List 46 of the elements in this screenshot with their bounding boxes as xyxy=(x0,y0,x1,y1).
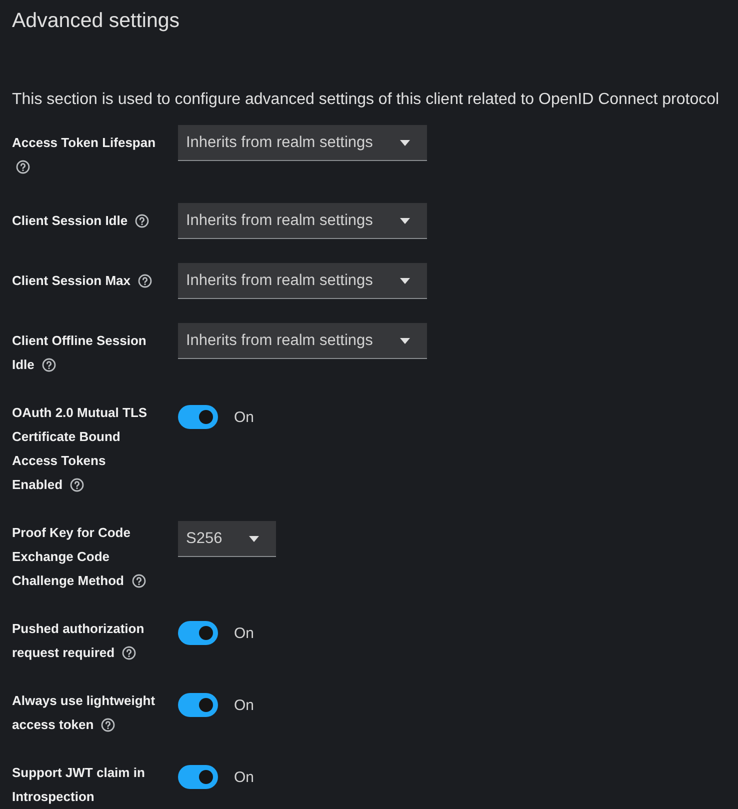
toggle-state: On xyxy=(234,696,254,714)
help-icon[interactable] xyxy=(70,478,84,492)
field-label: Proof Key for Code xyxy=(12,525,130,540)
toggle-state: On xyxy=(234,768,254,786)
field-label: Exchange Code xyxy=(12,549,110,564)
field-label: Support JWT claim in xyxy=(12,765,145,780)
dropdown[interactable]: Inherits from realm settings xyxy=(178,263,427,299)
field-label: Introspection xyxy=(12,789,94,804)
dropdown[interactable]: Inherits from realm settings xyxy=(178,125,427,161)
dropdown[interactable]: Inherits from realm settings xyxy=(178,323,427,359)
caret-icon xyxy=(249,536,260,542)
toggle-switch[interactable] xyxy=(178,405,218,429)
section-title: Advanced settings xyxy=(12,8,180,33)
help-icon[interactable] xyxy=(42,358,56,372)
field-label: Access Tokens xyxy=(12,453,106,468)
field-label: Client Session Max xyxy=(12,273,130,288)
toggle-state: On xyxy=(234,408,254,426)
field-label: OAuth 2.0 Mutual TLS xyxy=(12,405,148,420)
field-label: Access Token Lifespan xyxy=(12,135,156,150)
toggle-switch[interactable] xyxy=(178,621,218,645)
field-label: Client Offline Session xyxy=(12,333,146,348)
toggle-switch[interactable] xyxy=(178,765,218,789)
help-icon[interactable] xyxy=(16,160,30,174)
help-icon[interactable] xyxy=(138,274,152,288)
caret-icon xyxy=(400,338,410,344)
dropdown[interactable]: S256 xyxy=(178,521,276,557)
caret-icon xyxy=(400,140,410,146)
dropdown[interactable]: Inherits from realm settings xyxy=(178,203,427,239)
help-icon[interactable] xyxy=(101,718,116,732)
field-label: Idle xyxy=(12,357,34,372)
field-label: Pushed authorization xyxy=(12,621,144,636)
help-icon[interactable] xyxy=(135,214,150,228)
field-label: Enabled xyxy=(12,477,63,492)
toggle-switch[interactable] xyxy=(178,693,218,717)
field-label: request required xyxy=(12,645,115,660)
caret-icon xyxy=(400,218,410,224)
field-label: Challenge Method xyxy=(12,573,124,588)
field-label: Client Session Idle xyxy=(12,213,128,228)
field-label: access token xyxy=(12,717,94,732)
field-label: Certificate Bound xyxy=(12,429,120,444)
help-icon[interactable] xyxy=(132,574,146,588)
toggle-state: On xyxy=(234,624,254,642)
caret-icon xyxy=(400,278,410,284)
section-description: This section is used to configure advanced settings of this client related to OpenID Connect protocol xyxy=(12,90,720,110)
field-label: Always use lightweight xyxy=(12,693,156,708)
help-icon[interactable] xyxy=(122,646,136,660)
